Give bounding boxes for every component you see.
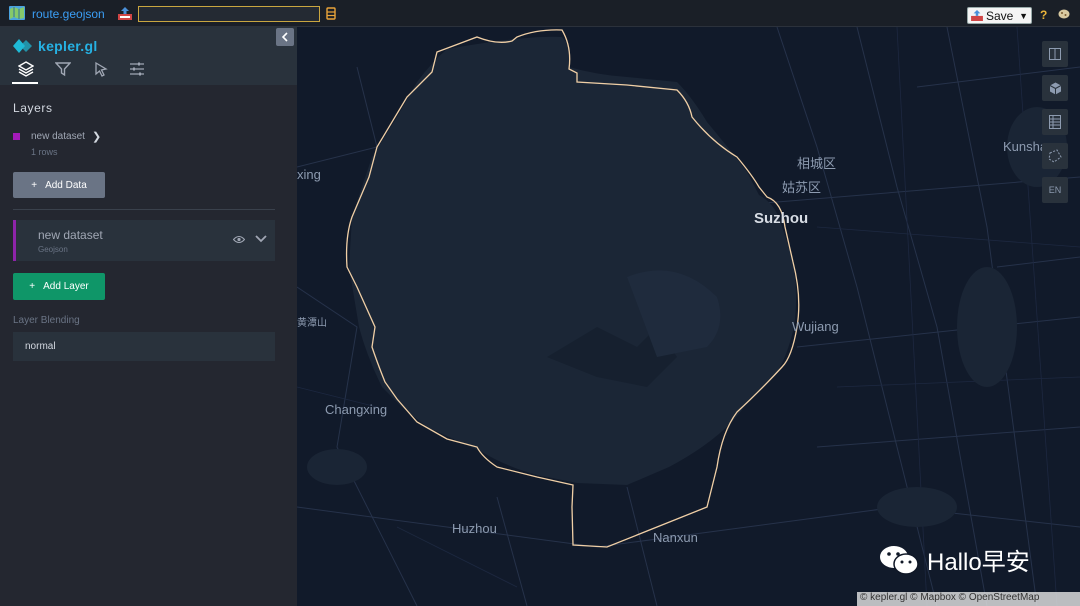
- database-icon[interactable]: [326, 7, 336, 20]
- map-label-wujiang: Wujiang: [792, 319, 839, 334]
- app-logo-text: kepler.gl: [38, 38, 98, 54]
- cube-icon: [1049, 82, 1061, 94]
- 3d-view-button[interactable]: [1042, 75, 1068, 101]
- layers-section-title: Layers: [13, 101, 53, 115]
- layer-blending-select[interactable]: normal: [13, 332, 275, 361]
- eye-icon[interactable]: [233, 235, 245, 244]
- chevron-right-icon[interactable]: ❯: [92, 130, 101, 143]
- help-button[interactable]: ?: [1040, 8, 1047, 22]
- top-bar: route.geojson Save ▼ ?: [0, 0, 1080, 27]
- legend-button[interactable]: [1042, 109, 1068, 135]
- map-label-gusu: 姑苏区: [782, 180, 822, 195]
- map-label-nanxun: Nanxun: [653, 530, 698, 545]
- watermark: Hallo早安: [879, 542, 1030, 577]
- upload-icon[interactable]: [118, 7, 132, 20]
- map-label-kunshan: Kunsha: [1003, 139, 1048, 154]
- kepler-logo-icon: [13, 39, 32, 53]
- file-name-link[interactable]: route.geojson: [32, 7, 105, 21]
- side-panel-header: kepler.gl: [0, 27, 297, 85]
- map-label-mountain: 黄潭山: [297, 318, 327, 329]
- draw-polygon-button[interactable]: [1042, 143, 1068, 169]
- watermark-text: Hallo早安: [927, 549, 1030, 576]
- layer-blending-label: Layer Blending: [13, 315, 80, 326]
- url-input[interactable]: [138, 6, 320, 22]
- tab-interactions[interactable]: [93, 61, 109, 77]
- map-file-icon: [9, 6, 25, 20]
- tab-filters[interactable]: [55, 61, 71, 77]
- active-tab-indicator: [12, 82, 38, 84]
- map-label-huzhou: Huzhou: [452, 521, 497, 536]
- wechat-icon: [880, 545, 919, 575]
- dataset-row-count: 1 rows: [31, 147, 58, 157]
- map-control-toolbar: EN: [1042, 41, 1069, 211]
- map-label-suzhou: Suzhou: [754, 210, 809, 227]
- plus-icon: +: [31, 179, 38, 191]
- plus-icon: +: [29, 281, 36, 292]
- add-layer-label: Add Layer: [43, 281, 89, 292]
- polygon-icon: [1048, 149, 1062, 163]
- dataset-color-swatch: [13, 133, 20, 140]
- add-data-label: Add Data: [45, 179, 87, 191]
- add-data-button[interactable]: + Add Data: [13, 172, 105, 198]
- side-panel: kepler.gl Layers new dataset ❯ 1 rows + …: [0, 27, 297, 606]
- split-map-icon: [1049, 48, 1061, 60]
- tab-map-style[interactable]: [129, 61, 145, 77]
- map-attribution[interactable]: © kepler.gl © Mapbox © OpenStreetMap: [857, 592, 1080, 606]
- layer-panel-header[interactable]: new dataset Geojson: [13, 220, 275, 261]
- map-label-xing: xing: [297, 167, 321, 182]
- legend-icon: [1049, 115, 1061, 129]
- language-button[interactable]: EN: [1042, 177, 1068, 203]
- save-label: Save: [986, 8, 1014, 23]
- map-label-changxing: Changxing: [325, 402, 388, 417]
- section-divider: [13, 209, 275, 210]
- chevron-down-icon: ▼: [1019, 10, 1028, 21]
- map-canvas[interactable]: xing 相城区 姑苏区 Suzhou Kunsha Wujiang 黄潭山 C…: [297, 27, 1080, 606]
- layer-type: Geojson: [38, 245, 68, 254]
- save-select[interactable]: Save ▼: [967, 7, 1032, 24]
- save-upload-icon: [971, 10, 983, 21]
- collapse-panel-button[interactable]: [276, 28, 294, 46]
- cookie-icon[interactable]: [1058, 8, 1070, 19]
- map-label-xiangcheng: 相城区: [797, 156, 837, 171]
- tab-layers[interactable]: [18, 61, 34, 77]
- add-layer-button[interactable]: + Add Layer: [13, 273, 105, 300]
- split-map-button[interactable]: [1042, 41, 1068, 67]
- map-basemap: [297, 27, 1080, 606]
- chevron-down-icon[interactable]: [255, 234, 267, 244]
- dataset-name-link[interactable]: new dataset: [31, 131, 85, 142]
- chevron-left-icon: [281, 32, 288, 42]
- layer-title: new dataset: [38, 228, 103, 242]
